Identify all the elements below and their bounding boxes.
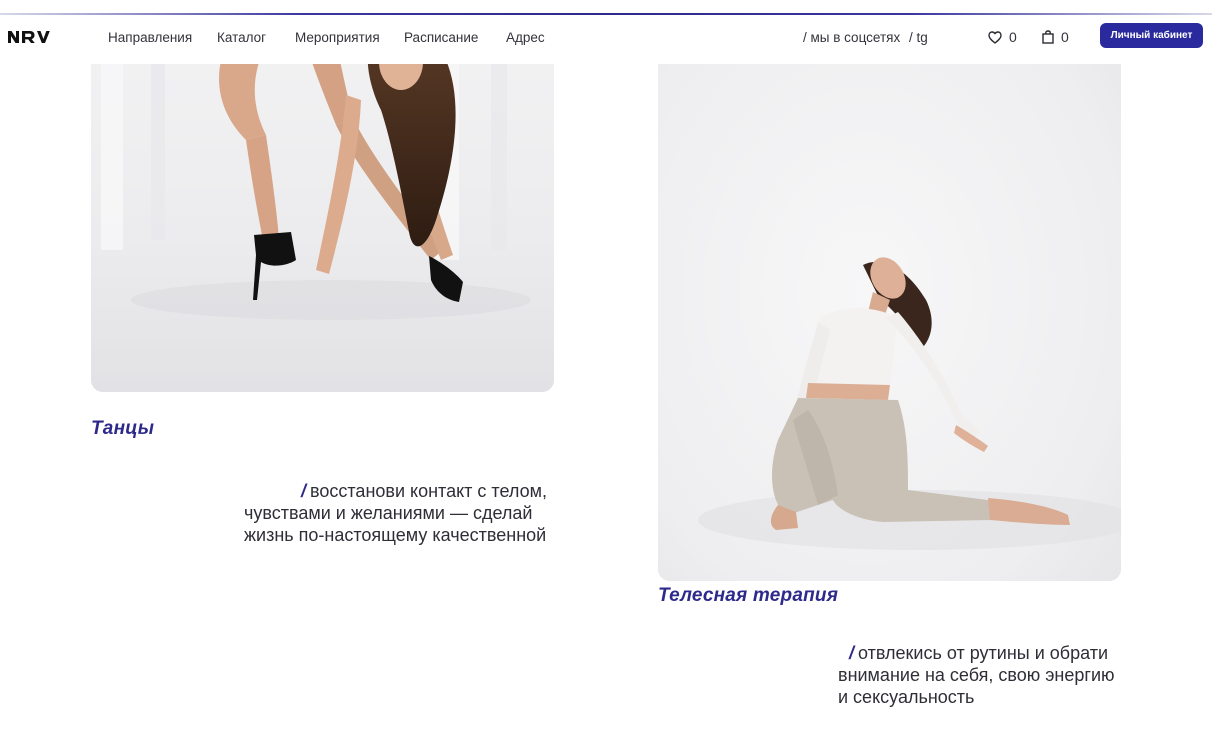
shopping-bag-icon [1042,30,1054,44]
card-title-dance[interactable]: Танцы [91,418,154,440]
nav-catalog[interactable]: Каталог [217,30,266,45]
favorites-count: 0 [1009,29,1017,45]
social-networks-link[interactable]: / мы в соцсетях [803,30,900,45]
site-header: Направления Каталог Мероприятия Расписан… [0,0,1212,64]
cart-count: 0 [1061,29,1069,45]
description-line: жизнь по-настоящему качественной [244,525,547,545]
nav-schedule[interactable]: Расписание [404,30,478,45]
body-therapy-photo[interactable] [658,0,1121,581]
description-text: отвлекись от рутины и обрати [858,643,1108,663]
nav-directions[interactable]: Направления [108,30,192,45]
description-line: / восстанови контакт с телом, [244,480,556,502]
page: Танцы / восстанови контакт с телом, чувст… [0,0,1212,736]
slash-mark: / [849,643,855,663]
description-line: и сексуальность [838,687,975,707]
header-accent-line [0,13,1212,15]
description-text: восстанови контакт с телом, [310,481,547,501]
description-line: внимание на себя, свою энергию [838,665,1115,685]
description-line: / отвлекись от рутины и обрати [838,642,1122,664]
heart-icon [988,30,1002,44]
card-description-dance: / восстанови контакт с телом, чувствами и… [244,480,556,546]
logo-mark-icon [8,31,50,43]
logo[interactable] [8,30,50,44]
nav-events[interactable]: Мероприятия [295,30,380,45]
body-therapy-photo-image [658,0,1121,581]
description-line: чувствами и желаниями — сделай [244,503,533,523]
telegram-link[interactable]: / tg [909,30,928,45]
account-button[interactable]: Личный кабинет [1100,23,1203,48]
card-description-body-therapy: / отвлекись от рутины и обрати внимание н… [838,642,1122,708]
nav-address[interactable]: Адрес [506,30,545,45]
cart-button[interactable]: 0 [1042,28,1069,46]
slash-mark: / [301,481,307,501]
card-title-body-therapy[interactable]: Телесная терапия [658,585,838,607]
favorites-button[interactable]: 0 [988,28,1017,46]
